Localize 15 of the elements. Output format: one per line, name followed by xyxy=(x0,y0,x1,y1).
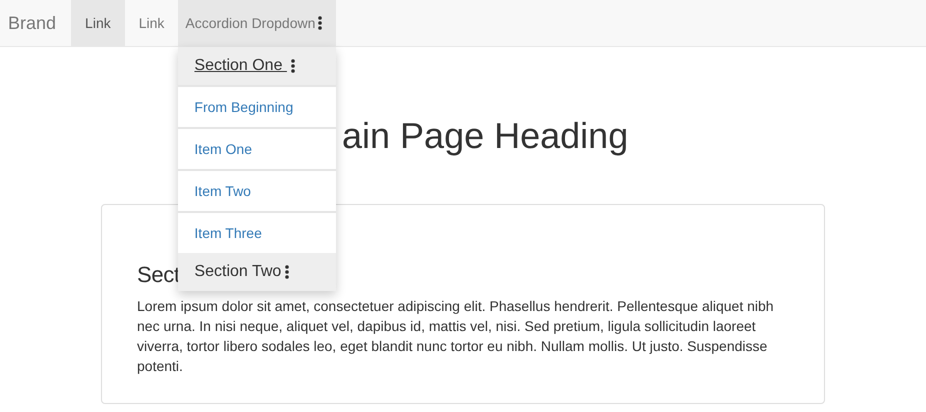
section-header[interactable]: Section One xyxy=(178,47,336,85)
card-text: Lorem ipsum dolor sit amet, consectetuer adipiscing elit. Phasellus hendrerit. Pellentesque aliquet nibh nec urna. In nisi neque, aliquet vel, dapibus id, mattis vel, nisi. Sed pretium, ligula sollicitudin laoreet viverra, tortor libero sodales leo, eget blandit nunc tortor eu nibh. Nullam mollis. Ut justo. Suspendisse potenti. xyxy=(137,297,775,376)
menu-item[interactable]: Item One xyxy=(178,127,336,169)
nav-link[interactable]: Link xyxy=(124,0,178,46)
menu-item[interactable]: From Beginning xyxy=(178,85,336,127)
brand-link[interactable]: Brand xyxy=(0,0,72,46)
dropdown-toggle[interactable]: Accordion Dropdown xyxy=(178,0,336,46)
nav-link[interactable]: Link xyxy=(71,0,125,46)
card-title: Sect xyxy=(137,262,180,288)
section-header[interactable]: Section Two xyxy=(178,253,336,291)
vertical-dots-icon xyxy=(318,16,322,30)
vertical-dots-icon xyxy=(285,265,290,279)
page-heading: ain Page Heading xyxy=(342,116,628,156)
menu-item[interactable]: Item Two xyxy=(178,169,336,211)
vertical-dots-icon xyxy=(290,59,295,73)
